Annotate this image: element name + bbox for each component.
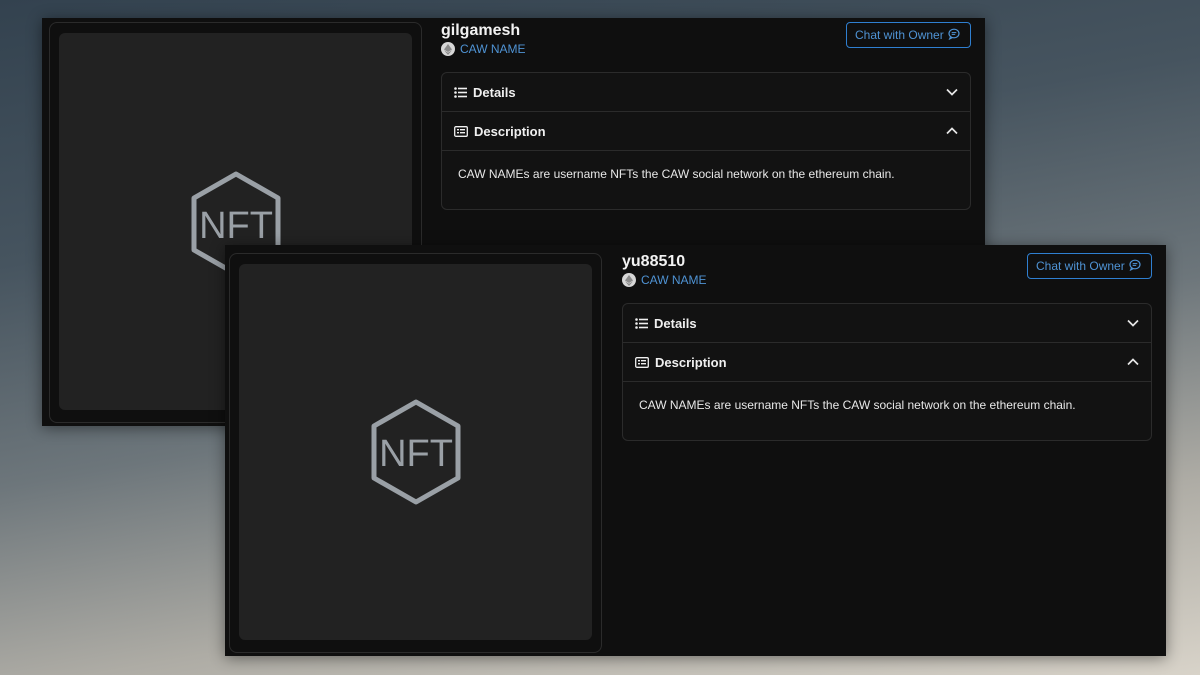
collection-link[interactable]: CAW NAME xyxy=(641,273,707,287)
nft-media: NFT xyxy=(239,264,592,640)
description-text: CAW NAMEs are username NFTs the CAW soci… xyxy=(639,398,1076,412)
collection-link[interactable]: CAW NAME xyxy=(460,42,526,56)
chevron-up-icon xyxy=(1127,358,1139,366)
list-icon xyxy=(635,317,648,329)
description-accordion-header[interactable]: Description xyxy=(442,112,970,151)
nft-logo-text: NFT xyxy=(199,205,273,247)
description-text: CAW NAMEs are username NFTs the CAW soci… xyxy=(458,167,895,181)
document-list-icon xyxy=(454,125,468,137)
chevron-down-icon xyxy=(1127,319,1139,327)
nft-media-frame: NFT xyxy=(229,253,602,653)
chat-bubble-icon xyxy=(948,28,960,43)
details-accordion-header[interactable]: Details xyxy=(623,304,1151,343)
document-list-icon xyxy=(635,356,649,368)
chat-with-owner-button[interactable]: Chat with Owner xyxy=(1027,253,1152,279)
accordion: Details Description CAW NAMEs are userna… xyxy=(441,72,971,210)
nft-logo-text: NFT xyxy=(379,433,453,475)
details-accordion-header[interactable]: Details xyxy=(442,73,970,112)
nft-logo-icon: NFT xyxy=(371,399,460,505)
description-accordion-header[interactable]: Description xyxy=(623,343,1151,382)
nft-info: yu88510 CAW NAME Chat with Owner Details xyxy=(622,253,1152,441)
nft-info: gilgamesh CAW NAME Chat with Owner Detai… xyxy=(441,22,971,210)
chat-button-label: Chat with Owner xyxy=(1036,259,1125,273)
chevron-down-icon xyxy=(946,88,958,96)
accordion: Details Description CAW NAMEs are userna… xyxy=(622,303,1152,441)
description-label: Description xyxy=(474,123,546,139)
description-label: Description xyxy=(655,354,727,370)
chat-button-label: Chat with Owner xyxy=(855,28,944,42)
chat-with-owner-button[interactable]: Chat with Owner xyxy=(846,22,971,48)
details-label: Details xyxy=(654,315,697,331)
list-icon xyxy=(454,86,467,98)
chevron-up-icon xyxy=(946,127,958,135)
ethereum-icon xyxy=(622,273,636,287)
nft-detail-card-yu88510: NFT yu88510 CAW NAME Chat with Owner Det… xyxy=(225,245,1166,656)
chat-bubble-icon xyxy=(1129,259,1141,274)
details-label: Details xyxy=(473,84,516,100)
ethereum-icon xyxy=(441,42,455,56)
